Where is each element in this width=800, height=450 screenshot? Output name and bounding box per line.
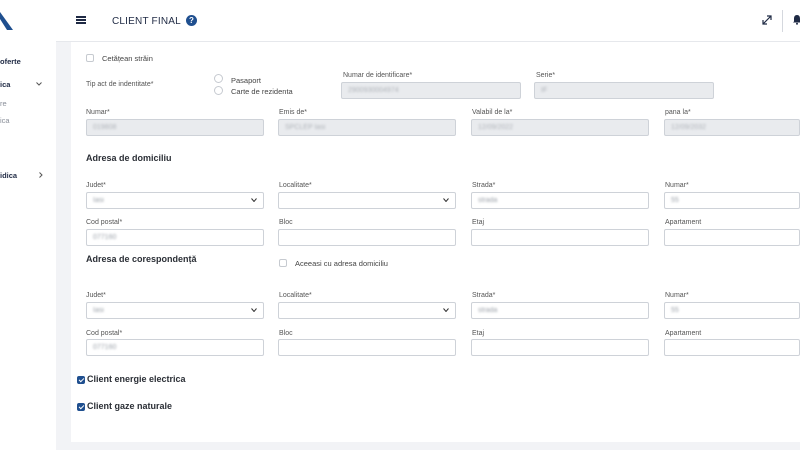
chevron-down-icon bbox=[36, 82, 42, 86]
domicile-floor-field[interactable] bbox=[471, 229, 649, 246]
domicile-county-label: Judet* bbox=[86, 182, 106, 189]
client-gas-label: Client gaze naturale bbox=[87, 401, 173, 411]
logo-icon bbox=[0, 12, 13, 30]
domicile-locality-select[interactable] bbox=[278, 192, 456, 209]
domicile-section-title: Adresa de domiciliu bbox=[86, 153, 172, 163]
correspondence-block-field[interactable] bbox=[278, 339, 456, 356]
toolbar-divider bbox=[782, 10, 783, 32]
chevron-down-icon bbox=[251, 308, 257, 312]
correspondence-floor-field[interactable] bbox=[471, 339, 649, 356]
sidebar-item-electrica[interactable]: ica bbox=[0, 80, 10, 89]
domicile-apartment-label: Apartament bbox=[665, 219, 702, 226]
top-bar: CLIENT FINAL ? bbox=[56, 0, 800, 42]
expand-icon[interactable] bbox=[762, 15, 772, 25]
correspondence-locality-label: Localitate* bbox=[279, 292, 312, 299]
correspondence-street-field[interactable]: strada bbox=[471, 302, 649, 319]
residence-card-radio-label: Carte de rezidenta bbox=[231, 87, 293, 96]
domicile-locality-label: Localitate* bbox=[279, 182, 312, 189]
correspondence-floor-label: Etaj bbox=[472, 330, 485, 337]
sidebar: oferte ica re ica idica bbox=[0, 0, 56, 450]
valid-from-label: Valabil de la* bbox=[472, 109, 513, 116]
same-as-domicile-checkbox[interactable] bbox=[279, 259, 287, 267]
issued-by-field[interactable]: SPCLEP Iasi bbox=[278, 119, 456, 136]
domicile-block-field[interactable] bbox=[278, 229, 456, 246]
domicile-number-field[interactable]: 55 bbox=[664, 192, 800, 209]
foreign-citizen-checkbox[interactable] bbox=[86, 54, 94, 62]
sidebar-item-oferte[interactable]: oferte bbox=[0, 57, 21, 66]
page-title: CLIENT FINAL bbox=[112, 16, 181, 27]
passport-radio-label: Pasaport bbox=[231, 76, 262, 85]
foreign-citizen-label: Cetățean străin bbox=[102, 54, 153, 63]
chevron-right-icon bbox=[39, 172, 43, 178]
client-electricity-label: Client energie electrica bbox=[87, 374, 186, 384]
valid-to-label: pana la* bbox=[665, 109, 691, 116]
correspondence-section-title: Adresa de corespondență bbox=[86, 254, 197, 264]
same-as-domicile-label: Aceeasi cu adresa domiciliu bbox=[295, 259, 388, 268]
correspondence-number-field[interactable]: 55 bbox=[664, 302, 800, 319]
chevron-down-icon bbox=[251, 198, 257, 202]
domicile-block-label: Bloc bbox=[279, 219, 293, 226]
sidebar-item-juridica[interactable]: idica bbox=[0, 171, 17, 180]
valid-from-field[interactable]: 12/09/2022 bbox=[471, 119, 649, 136]
correspondence-county-label: Judet* bbox=[86, 292, 106, 299]
sidebar-subitem-2[interactable]: ica bbox=[0, 116, 10, 125]
domicile-postal-field[interactable]: 077160 bbox=[86, 229, 264, 246]
correspondence-postal-field[interactable]: 077160 bbox=[86, 339, 264, 356]
id-number-label: Numar de identificare* bbox=[343, 72, 413, 79]
domicile-street-label: Strada* bbox=[472, 182, 496, 189]
correspondence-postal-label: Cod postal* bbox=[86, 330, 123, 337]
doc-number-field[interactable]: 019808 bbox=[86, 119, 264, 136]
domicile-postal-label: Cod postal* bbox=[86, 219, 123, 226]
sidebar-subitem-1[interactable]: re bbox=[0, 99, 7, 108]
id-number-field[interactable]: 2900930004974 bbox=[341, 82, 521, 99]
client-form-card: Cetățean străin Tip act de indentitate* … bbox=[71, 42, 800, 442]
help-icon[interactable]: ? bbox=[186, 15, 197, 26]
correspondence-locality-select[interactable] bbox=[278, 302, 456, 319]
residence-card-radio[interactable] bbox=[214, 86, 223, 95]
correspondence-number-label: Numar* bbox=[665, 292, 689, 299]
id-type-label: Tip act de indentitate* bbox=[86, 81, 154, 88]
client-gas-checkbox[interactable] bbox=[77, 403, 85, 411]
correspondence-apartment-label: Apartament bbox=[665, 330, 702, 337]
correspondence-block-label: Bloc bbox=[279, 330, 293, 337]
doc-number-label: Numar* bbox=[86, 109, 110, 116]
client-electricity-checkbox[interactable] bbox=[77, 376, 85, 384]
bell-icon[interactable] bbox=[792, 14, 800, 25]
series-label: Serie* bbox=[536, 72, 556, 79]
correspondence-apartment-field[interactable] bbox=[664, 339, 800, 356]
domicile-floor-label: Etaj bbox=[472, 219, 485, 226]
valid-to-field[interactable]: 12/09/2032 bbox=[664, 119, 800, 136]
chevron-down-icon bbox=[443, 198, 449, 202]
menu-icon[interactable] bbox=[76, 16, 86, 24]
series-field[interactable]: IF bbox=[534, 82, 714, 99]
domicile-street-field[interactable]: strada bbox=[471, 192, 649, 209]
domicile-apartment-field[interactable] bbox=[664, 229, 800, 246]
domicile-county-select[interactable]: Iasi bbox=[86, 192, 264, 209]
domicile-number-label: Numar* bbox=[665, 182, 689, 189]
issued-by-label: Emis de* bbox=[279, 109, 308, 116]
chevron-down-icon bbox=[443, 308, 449, 312]
correspondence-county-select[interactable]: Iasi bbox=[86, 302, 264, 319]
correspondence-street-label: Strada* bbox=[472, 292, 496, 299]
passport-radio[interactable] bbox=[214, 74, 223, 83]
